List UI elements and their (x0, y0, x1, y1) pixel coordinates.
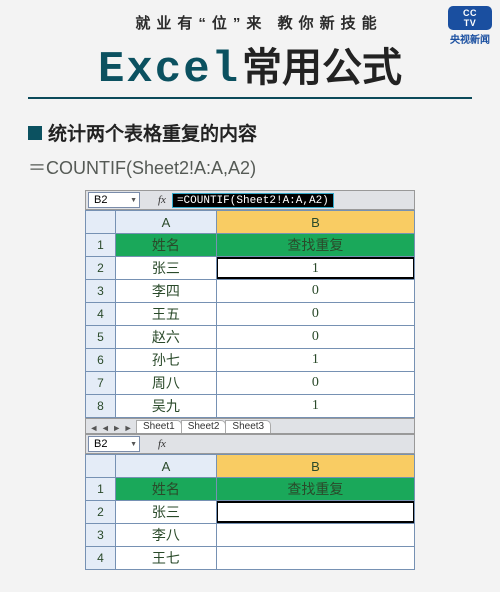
row-header[interactable]: 1 (86, 478, 116, 501)
row-header[interactable]: 4 (86, 547, 116, 570)
bullet-square-icon (28, 126, 42, 140)
row-header[interactable]: 2 (86, 257, 116, 280)
row-header[interactable]: 6 (86, 349, 116, 372)
active-cell-ref: B2 (94, 194, 107, 206)
logo-box: CC TV (448, 6, 492, 30)
cell[interactable]: 王五 (116, 303, 217, 326)
logo-text-1: CC (463, 8, 477, 18)
cell[interactable] (216, 547, 414, 570)
cell[interactable]: 0 (216, 326, 414, 349)
row-header[interactable]: 7 (86, 372, 116, 395)
select-all-corner[interactable] (86, 455, 116, 478)
active-cell-ref: B2 (94, 438, 107, 450)
title-cn: 常用公式 (242, 35, 402, 93)
sheet-tab[interactable]: Sheet3 (225, 420, 271, 433)
col-header-b[interactable]: B (216, 455, 414, 478)
col-header-a[interactable]: A (116, 455, 217, 478)
dropdown-icon: ▼ (130, 441, 137, 448)
fx-icon[interactable]: fx (158, 194, 166, 206)
cell[interactable]: 赵六 (116, 326, 217, 349)
name-box[interactable]: B2 ▼ (88, 192, 140, 208)
formula-bar-2: B2 ▼ fx (85, 434, 415, 454)
logo-subtext: 央视新闻 (448, 31, 492, 46)
cell[interactable]: 王七 (116, 547, 217, 570)
cell[interactable]: 李八 (116, 524, 217, 547)
cell[interactable]: 1 (216, 395, 414, 418)
title-en: Excel (98, 45, 240, 95)
cell-value (216, 501, 415, 523)
active-cell[interactable]: 1 (216, 257, 414, 280)
header-cell-dup[interactable]: 查找重复 (216, 478, 414, 501)
header-cell-name[interactable]: 姓名 (116, 234, 217, 257)
cell[interactable]: 张三 (116, 501, 217, 524)
section-title: 统计两个表格重复的内容 (48, 119, 257, 146)
cell[interactable] (216, 524, 414, 547)
row-header[interactable]: 4 (86, 303, 116, 326)
row-header[interactable]: 3 (86, 280, 116, 303)
fx-icon[interactable]: fx (158, 438, 166, 450)
formula-display: ＝COUNTIF(Sheet2!A:A,A2) (28, 154, 472, 180)
col-header-b[interactable]: B (216, 211, 414, 234)
cell[interactable]: 0 (216, 372, 414, 395)
row-header[interactable]: 3 (86, 524, 116, 547)
spreadsheet-grid-1[interactable]: A B 1 姓名 查找重复 2 张三 1 3 李四 0 4 王五 0 5 赵六 … (85, 210, 415, 418)
formula-input[interactable]: =COUNTIF(Sheet2!A:A,A2) (172, 193, 334, 208)
section-header: 统计两个表格重复的内容 (28, 119, 472, 146)
row-header[interactable]: 5 (86, 326, 116, 349)
active-cell[interactable] (216, 501, 414, 524)
cell[interactable]: 周八 (116, 372, 217, 395)
dropdown-icon: ▼ (130, 197, 137, 204)
spreadsheet-grid-2[interactable]: A B 1 姓名 查找重复 2 张三 3 李八 4 王七 (85, 454, 415, 570)
logo-text-2: TV (464, 18, 477, 28)
excel-screenshot-1: B2 ▼ fx =COUNTIF(Sheet2!A:A,A2) A B 1 姓名… (85, 190, 415, 570)
select-all-corner[interactable] (86, 211, 116, 234)
name-box[interactable]: B2 ▼ (88, 436, 140, 452)
sheet-tab[interactable]: Sheet2 (181, 420, 227, 433)
cell[interactable]: 1 (216, 349, 414, 372)
cell[interactable]: 0 (216, 303, 414, 326)
header-cell-name[interactable]: 姓名 (116, 478, 217, 501)
cell[interactable]: 孙七 (116, 349, 217, 372)
row-header[interactable]: 8 (86, 395, 116, 418)
tab-nav-arrows[interactable]: ◄ ◄ ► ► (86, 423, 136, 433)
sheet-tabs: ◄ ◄ ► ► Sheet1 Sheet2 Sheet3 (85, 418, 415, 434)
col-header-a[interactable]: A (116, 211, 217, 234)
sheet-tab[interactable]: Sheet1 (136, 420, 182, 433)
slogan: 就业有“位”来 教你新技能 (46, 12, 472, 33)
cctv-logo: CC TV 央视新闻 (448, 6, 492, 46)
header-cell-dup[interactable]: 查找重复 (216, 234, 414, 257)
cell-value: 1 (216, 257, 415, 279)
cell[interactable]: 吴九 (116, 395, 217, 418)
cell[interactable]: 张三 (116, 257, 217, 280)
formula-bar: B2 ▼ fx =COUNTIF(Sheet2!A:A,A2) (85, 190, 415, 210)
row-header[interactable]: 2 (86, 501, 116, 524)
row-header[interactable]: 1 (86, 234, 116, 257)
cell[interactable]: 0 (216, 280, 414, 303)
main-title: Excel 常用公式 (28, 35, 472, 99)
cell[interactable]: 李四 (116, 280, 217, 303)
